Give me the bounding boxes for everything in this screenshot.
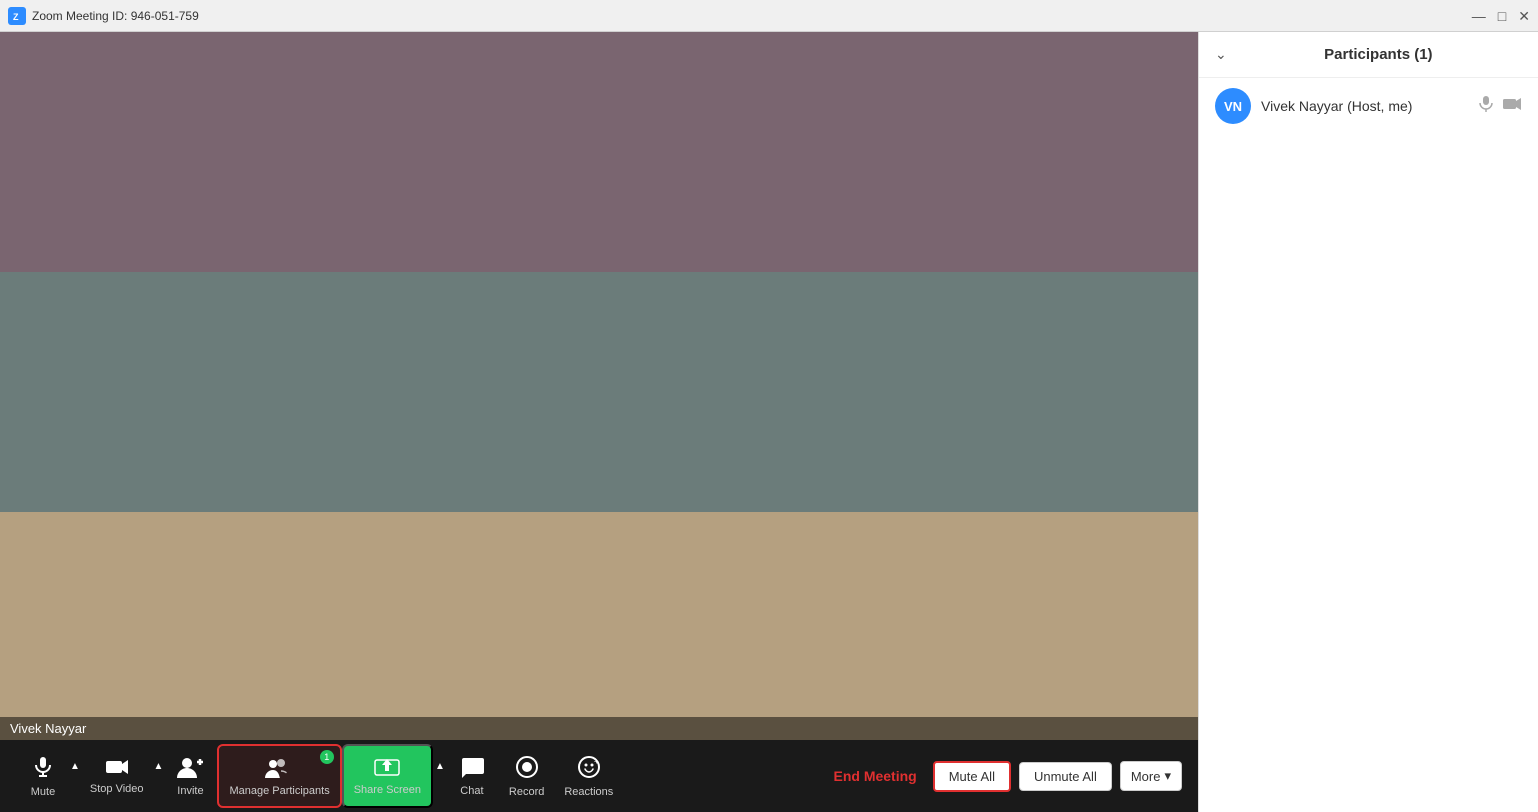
minimize-button[interactable]: — [1472,9,1486,23]
mute-button[interactable]: Mute [16,744,70,808]
reactions-label: Reactions [564,786,613,798]
more-button[interactable]: More ▾ [1120,761,1182,791]
share-screen-icon [374,757,400,781]
share-screen-group: Share Screen ▲ [342,744,445,808]
video-arrow[interactable]: ▲ [154,761,164,792]
svg-text:+: + [594,757,599,766]
invite-icon [177,756,203,782]
video-content: Vivek Nayyar [0,32,1198,740]
end-meeting-button[interactable]: End Meeting [825,764,924,788]
title-bar: Z Zoom Meeting ID: 946-051-759 — □ ✕ [0,0,1538,32]
window-title: Zoom Meeting ID: 946-051-759 [32,9,199,23]
mute-all-button[interactable]: Mute All [933,761,1011,792]
reactions-button[interactable]: + Reactions [554,744,623,808]
participants-badge: 1 [320,750,334,764]
video-group: Stop Video ▲ [80,744,164,808]
manage-participants-icon [265,756,295,782]
participant-icons [1478,95,1522,118]
chat-label: Chat [460,785,483,797]
share-screen-button[interactable]: Share Screen [342,744,433,808]
unmute-all-button[interactable]: Unmute All [1019,762,1112,791]
main-container: Vivek Nayyar Mute [0,32,1538,812]
camera-icon [105,758,129,780]
microphone-icon [31,755,55,783]
record-label: Record [509,786,544,798]
more-label: More [1131,769,1161,784]
mute-arrow[interactable]: ▲ [70,761,80,792]
panel-header: ⌄ Participants (1) [1199,32,1538,78]
manage-participants-label: Manage Participants [229,785,329,797]
video-name-label: Vivek Nayyar [0,717,1198,740]
chat-icon [460,756,484,782]
share-screen-label: Share Screen [354,784,421,796]
mute-label: Mute [31,786,55,798]
window-controls[interactable]: — □ ✕ [1472,9,1530,23]
participant-row: VN Vivek Nayyar (Host, me) [1199,78,1538,134]
participant-camera-icon [1502,97,1522,116]
panel-title: Participants (1) [1235,46,1522,63]
toolbar-right: End Meeting Mute All Unmute All More ▾ [825,761,1182,792]
video-segment-mid [0,272,1198,512]
video-area: Vivek Nayyar Mute [0,32,1198,812]
video-segment-bottom: Vivek Nayyar [0,512,1198,740]
title-bar-left: Z Zoom Meeting ID: 946-051-759 [8,7,199,25]
chat-button[interactable]: Chat [445,744,499,808]
invite-button[interactable]: Invite [163,744,217,808]
svg-text:Z: Z [13,12,19,22]
more-chevron-icon: ▾ [1164,768,1171,784]
video-segment-top [0,32,1198,272]
participant-name: Vivek Nayyar (Host, me) [1261,98,1468,114]
record-button[interactable]: Record [499,744,554,808]
participant-video-name: Vivek Nayyar [10,721,86,736]
share-screen-arrow[interactable]: ▲ [433,761,445,792]
mute-group: Mute ▲ [16,744,80,808]
avatar-initials: VN [1224,99,1242,114]
panel-collapse-button[interactable]: ⌄ [1215,46,1227,63]
record-icon [515,755,539,783]
reactions-icon: + [577,755,601,783]
zoom-logo: Z [8,7,26,25]
manage-participants-button[interactable]: 1 Manage Participants [217,744,341,808]
participant-mic-icon [1478,95,1494,118]
invite-label: Invite [177,785,203,797]
maximize-button[interactable]: □ [1498,9,1506,23]
stop-video-label: Stop Video [90,783,144,795]
toolbar: Mute ▲ Stop Video ▲ [0,740,1198,812]
stop-video-button[interactable]: Stop Video [80,744,154,808]
close-button[interactable]: ✕ [1518,9,1530,23]
participants-panel: ⌄ Participants (1) VN Vivek Nayyar (Host… [1198,32,1538,812]
participant-avatar: VN [1215,88,1251,124]
